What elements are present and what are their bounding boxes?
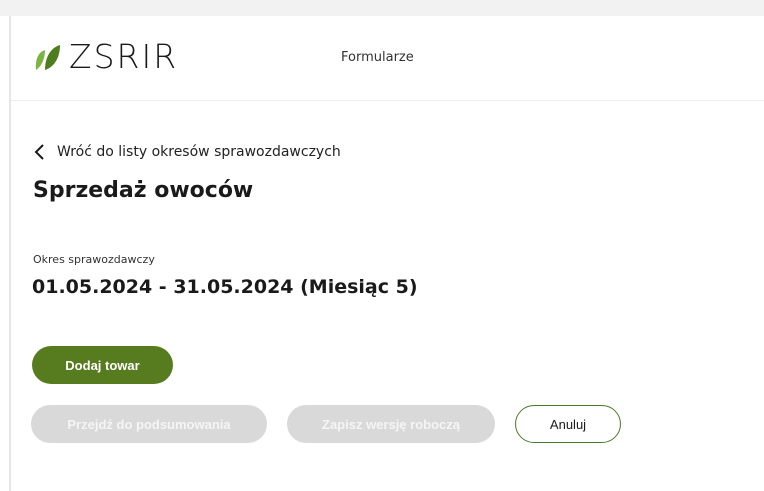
leaf-logo-icon [35, 45, 60, 70]
add-item-button[interactable]: Dodaj towar [32, 346, 173, 384]
period-label: Okres sprawozdawczy [33, 253, 155, 266]
cancel-button[interactable]: Anuluj [515, 405, 621, 443]
chevron-left-icon [34, 144, 44, 160]
nav-item-formularze[interactable]: Formularze [341, 50, 414, 65]
go-to-summary-button[interactable]: Przejdź do podsumowania [31, 405, 267, 443]
logo-text: ZSRIR [69, 37, 179, 76]
top-header: ZSRIR Formularze [11, 16, 764, 101]
app-window: ZSRIR Formularze Wróć do listy okresów s… [0, 0, 764, 491]
logo[interactable]: ZSRIR [33, 40, 178, 74]
window-top-strip [0, 0, 764, 16]
back-to-periods-link[interactable]: Wróć do listy okresów sprawozdawczych [33, 143, 341, 161]
save-draft-button[interactable]: Zapisz wersję roboczą [287, 405, 495, 443]
page-title: Sprzedaż owoców [33, 178, 254, 203]
period-value: 01.05.2024 - 31.05.2024 (Miesiąc 5) [32, 276, 418, 298]
back-link-label: Wróć do listy okresów sprawozdawczych [57, 144, 341, 160]
